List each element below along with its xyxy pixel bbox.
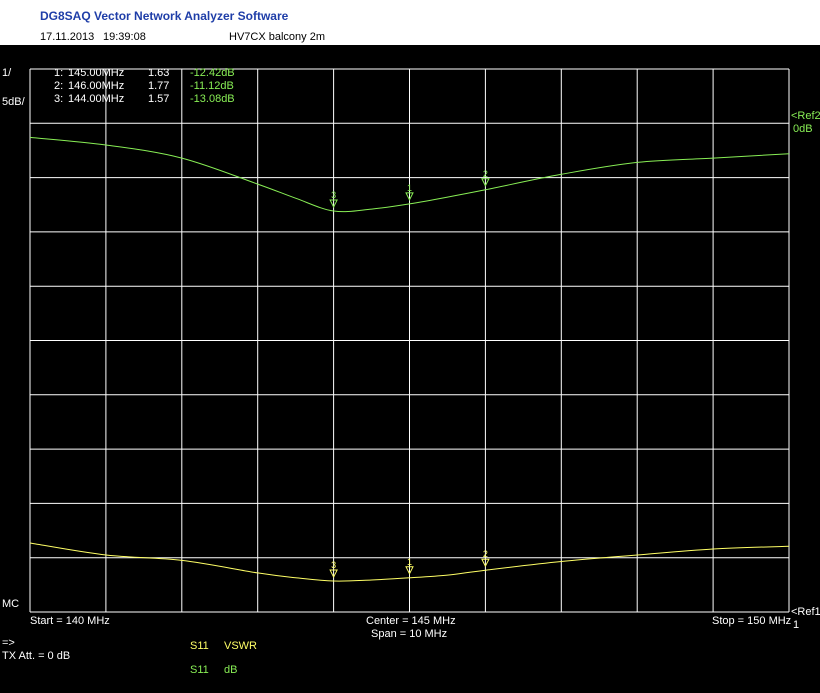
stop-frequency: Stop = 150 MHz <box>712 615 792 627</box>
plot-area[interactable]: 1 2 3 1 2 3 1/ 5dB/ MC => TX Att. = 0 dB 1: 1… <box>0 45 820 693</box>
marker-freq: 144.00MHz <box>68 93 125 105</box>
ref2-label: <Ref2 <box>791 110 820 122</box>
marker-label: 1: <box>54 67 64 79</box>
app-title: DG8SAQ Vector Network Analyzer Software <box>40 9 289 23</box>
tx-att-label: TX Att. = 0 dB <box>2 650 71 662</box>
ref1-label: <Ref1 <box>791 606 820 618</box>
measurement-description: HV7CX balcony 2m <box>229 31 325 43</box>
title-bar: DG8SAQ Vector Network Analyzer Software … <box>0 0 820 45</box>
marker-number: 3 <box>331 190 336 200</box>
marker-label: 2: <box>54 80 64 92</box>
center-frequency: Center = 145 MHz <box>366 615 456 627</box>
marker-number: 2 <box>483 549 488 559</box>
marker-db: -11.12dB <box>190 80 234 92</box>
marker-vswr: 1.77 <box>148 80 170 92</box>
vna-chart: 1 2 3 1 2 3 <box>29 68 790 613</box>
marker-number: 1 <box>407 557 412 567</box>
marker-number: 3 <box>331 560 336 570</box>
legend-format: VSWR <box>224 640 257 652</box>
marker-db: -12.42dB <box>190 67 235 79</box>
marker-freq: 145.00MHz <box>68 67 125 79</box>
ref2-value: 0dB <box>793 123 813 135</box>
scale-top-label: 1/ <box>2 67 12 79</box>
ref1-value: 1 <box>793 619 800 631</box>
marker-freq: 146.00MHz <box>68 80 125 92</box>
span-frequency: Span = 10 MHz <box>371 628 448 640</box>
marker-number: 2 <box>483 169 488 179</box>
legend-param: S11 <box>190 640 209 652</box>
timestamp-time: 19:39:08 <box>103 31 146 43</box>
marker-number: 1 <box>407 183 412 193</box>
marker-vswr: 1.57 <box>148 93 170 105</box>
marker-db: -13.08dB <box>190 93 235 105</box>
marker-label: 3: <box>54 93 64 105</box>
arrow-label: => <box>2 637 15 649</box>
mc-label: MC <box>2 598 20 610</box>
timestamp-date: 17.11.2013 <box>40 31 95 43</box>
marker-vswr: 1.63 <box>148 67 170 79</box>
legend-param: S11 <box>190 664 209 676</box>
start-frequency: Start = 140 MHz <box>30 615 110 627</box>
scale-div-label: 5dB/ <box>2 96 25 108</box>
legend-format: dB <box>224 664 238 676</box>
